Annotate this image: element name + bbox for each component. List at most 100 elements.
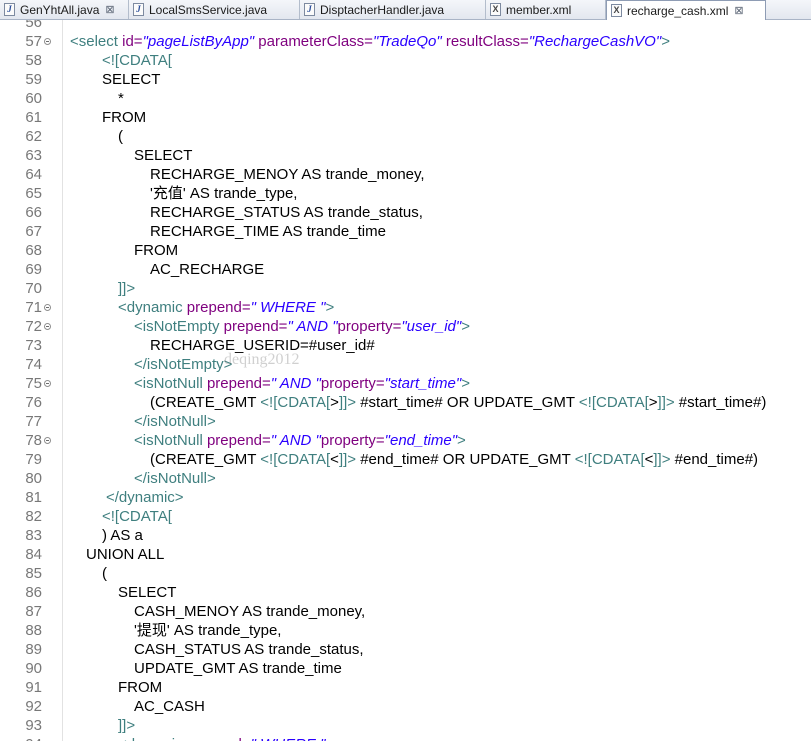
close-tab-icon[interactable]: ⊠ [734,4,743,17]
code-line[interactable]: RECHARGE_TIME AS trande_time [150,222,386,241]
line-number: 94 [0,735,42,741]
close-tab-icon[interactable]: ⊠ [105,3,114,16]
code-token: RECHARGE_TIME AS trande_time [150,223,386,240]
line-number: 93 [25,717,42,734]
fold-toggle-icon[interactable] [44,323,51,330]
line-number: 83 [25,527,42,544]
code-line[interactable]: SELECT [102,70,160,89]
code-line[interactable]: AC_RECHARGE [150,260,264,279]
code-token: SELECT [134,147,193,164]
code-line[interactable]: <![CDATA[ [102,51,172,70]
code-token: FROM [118,679,163,696]
tab-localsmsservice-java[interactable]: J LocalSmsService.java [129,0,300,19]
code-token: ]]> [653,451,671,468]
code-token: FROM [102,109,147,126]
code-token: "start_time" [384,375,462,392]
code-line[interactable]: UNION ALL [86,545,164,564]
code-token: resultClass= [441,33,529,50]
line-number: 68 [25,242,42,259]
code-line[interactable]: </isNotNull> [134,469,216,488]
code-token: ]]> [338,394,357,411]
line-number: 76 [25,394,42,411]
code-line[interactable]: <dynamic prepend=" WHERE " [118,735,325,741]
code-line[interactable]: ) AS a [102,526,143,545]
code-line[interactable]: SELECT [134,146,192,165]
code-token: AC_CASH [134,698,205,715]
fold-toggle-icon[interactable] [44,38,51,45]
line-number: 62 [25,128,42,145]
code-token: > [325,299,335,316]
code-token: > [461,375,470,392]
line-number: 77 [25,413,42,430]
tab-disptacherhandler-java[interactable]: J DisptacherHandler.java [300,0,486,19]
tab-genyhtall-java[interactable]: J GenYhtAll.java ⊠ [0,0,129,19]
code-line[interactable]: <isNotEmpty prepend=" AND "property="use… [134,317,470,336]
code-token: <dynamic [118,736,187,741]
tab-member-xml[interactable]: Xmember.xml [486,0,606,19]
code-line[interactable]: ]]> [118,279,135,298]
fold-toggle-icon[interactable] [44,380,51,387]
code-token: SELECT [102,71,161,88]
code-line[interactable]: <![CDATA[ [102,507,172,526]
code-line[interactable]: FROM [102,108,146,127]
fold-toggle-icon[interactable] [44,304,51,311]
code-token: <isNotNull [134,375,207,392]
code-line[interactable]: CASH_MENOY AS trande_money, [134,602,365,621]
code-editor[interactable]: 56 57 58 59 60 61 62 63 64 65 66 67 68 69 70 71 72 73 74 75… [0,20,811,741]
tab-recharge-cash-xml[interactable]: Xrecharge_cash.xml ⊠ [606,0,766,20]
code-token: SELECT [118,584,177,601]
code-line[interactable]: <isNotNull prepend=" AND "property="star… [134,374,470,393]
code-line[interactable]: <select id="pageListByApp" parameterClas… [70,32,670,51]
code-line[interactable]: ( [118,127,123,146]
code-line[interactable]: RECHARGE_STATUS AS trande_status, [150,203,423,222]
code-line[interactable]: SELECT [118,583,176,602]
line-number: 73 [25,337,42,354]
line-number: 87 [25,603,42,620]
code-line[interactable]: </isNotNull> [134,412,216,431]
code-line[interactable]: CASH_STATUS AS trande_status, [134,640,364,659]
code-token: > [330,394,339,411]
code-line[interactable]: RECHARGE_MENOY AS trande_money, [150,165,425,184]
code-token: <select [70,33,123,50]
code-line[interactable]: <isNotNull prepend=" AND "property="end_… [134,431,466,450]
code-line[interactable]: AC_CASH [134,697,205,716]
code-line[interactable]: * [118,89,124,108]
line-number: 72 [25,318,42,335]
code-token: "pageListByApp" [142,33,255,50]
code-line[interactable]: <dynamic prepend=" WHERE "> [118,298,334,317]
code-token: property= [320,375,385,392]
tab-label: DisptacherHandler.java [320,2,445,17]
code-token: prepend= [186,299,251,316]
code-token: id= [122,33,143,50]
code-line[interactable]: </dynamic> [106,488,184,507]
line-number: 71 [25,299,42,316]
code-line[interactable]: '充值' AS trande_type, [150,184,297,203]
tab-label: GenYhtAll.java [20,2,100,17]
code-token: CASH_MENOY AS trande_money, [134,603,366,620]
code-line[interactable]: </isNotEmpty> [134,355,232,374]
code-token: > [661,33,670,50]
code-token: <![CDATA[ [578,394,649,411]
code-token: </isNotEmpty> [134,356,233,373]
code-token: prepend= [187,736,251,741]
editor-tab-bar: J GenYhtAll.java ⊠ J LocalSmsService.java J Di… [0,0,811,20]
tab-label: member.xml [506,2,572,17]
code-line[interactable]: UPDATE_GMT AS trande_time [134,659,342,678]
code-line[interactable]: '提现' AS trande_type, [134,621,281,640]
code-token: "RechargeCashVO" [528,33,662,50]
line-number: 85 [25,565,42,582]
code-token: " AND " [270,375,321,392]
line-number: 60 [25,90,42,107]
code-line[interactable]: (CREATE_GMT <![CDATA[>]]> #start_time# O… [150,393,766,412]
code-token: <![CDATA[ [260,394,331,411]
code-line[interactable]: ]]> [118,716,135,735]
code-line[interactable]: FROM [134,241,178,260]
code-token: <![CDATA[ [102,508,172,525]
line-number: 90 [25,660,42,677]
code-line[interactable]: FROM [118,678,162,697]
code-line[interactable]: ( [102,564,107,583]
code-line[interactable]: (CREATE_GMT <![CDATA[<]]> #end_time# OR … [150,450,758,469]
code-token: ]]> [338,451,357,468]
fold-toggle-icon[interactable] [44,437,51,444]
code-token: </isNotNull> [134,470,216,487]
